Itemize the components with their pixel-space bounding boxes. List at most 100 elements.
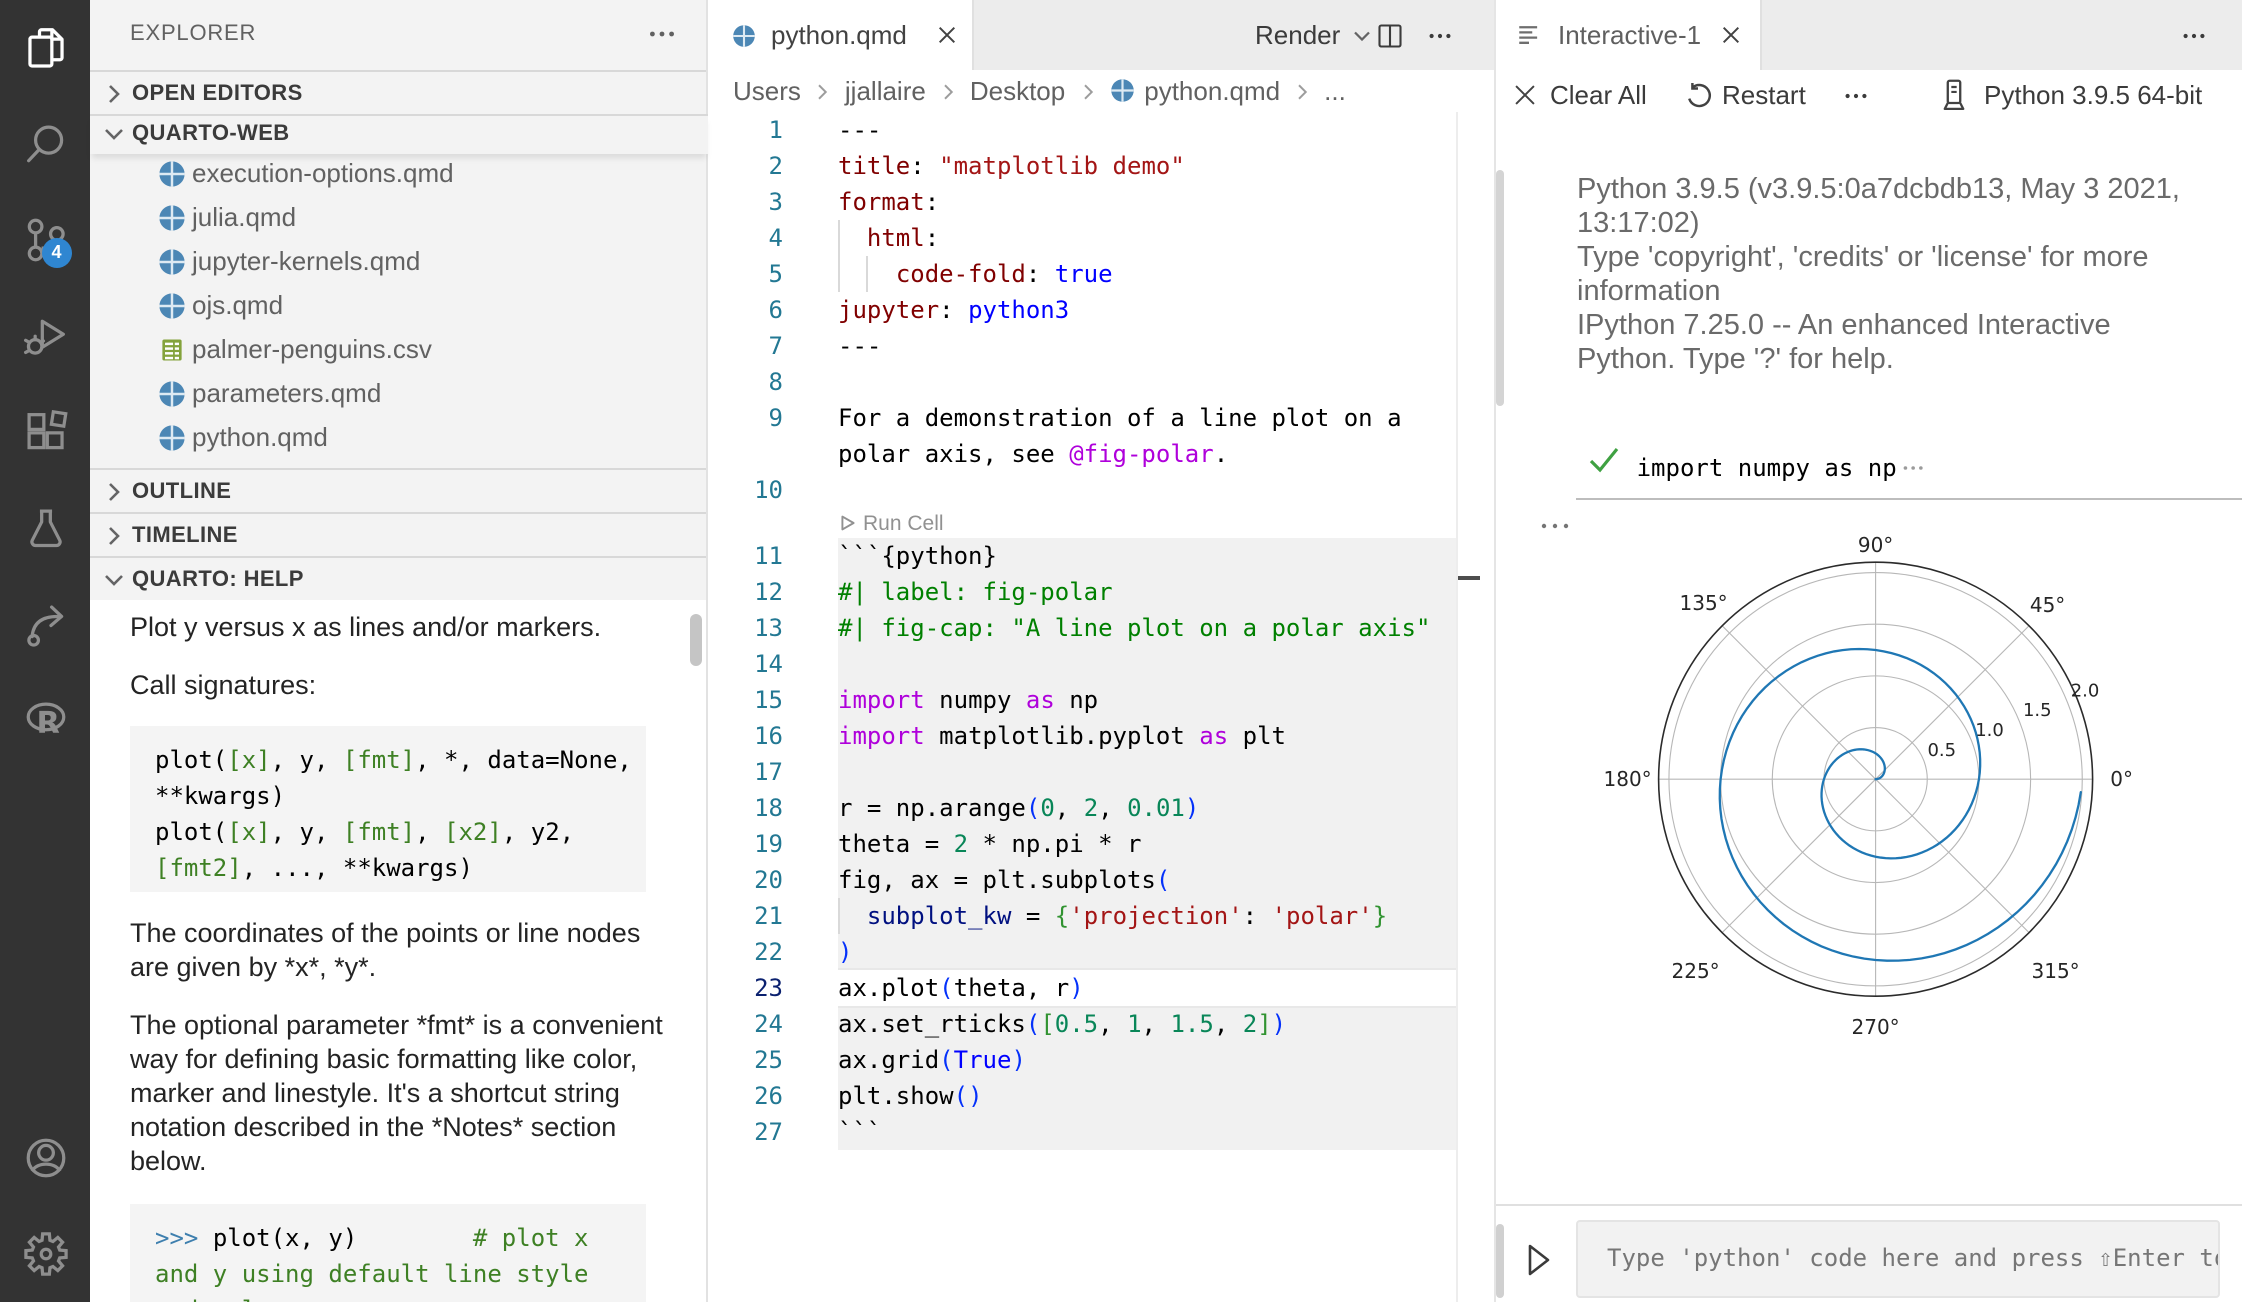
help-scrollbar-thumb[interactable] [689,614,701,666]
theta-tick-label: 45° [2030,593,2065,617]
section-timeline[interactable]: TIMELINE [90,511,707,557]
code-line: plt.show() [838,1082,983,1110]
close-icon[interactable] [933,22,959,48]
file-item-palmer-penguins.csv[interactable]: palmer-penguins.csv [90,327,707,371]
activity-explorer[interactable] [0,0,90,96]
help-paragraph: Call signatures: [130,669,317,699]
line-number: 1 [768,116,783,144]
breadcrumb[interactable]: Users jjallaire Desktop python.qmd ... [733,70,1346,112]
interpreter-status[interactable]: Python 3.9.5 64-bit [1938,70,2202,120]
chevron-down-icon [105,129,123,141]
interactive-toolbar: Clear All Restart Python 3.9.5 64-bit [1494,70,2242,120]
r-tick-label: 2.0 [2071,680,2100,701]
file-item-execution-options.qmd[interactable]: execution-options.qmd [90,151,707,195]
line-number: 15 [754,686,783,714]
code-line: ``` [838,1118,882,1146]
breadcrumb-item[interactable]: jjallaire [845,76,926,106]
render-button[interactable]: Render [1255,10,1376,60]
activity-extensions[interactable] [0,384,90,480]
sidebar-explorer: EXPLORER OPEN EDITORS QUARTO-WEB executi… [90,0,707,1302]
clear-all-button[interactable]: Clear All [1512,70,1647,120]
code-line: fig, ax = plt.subplots( [838,866,1171,894]
qmd-file-icon [159,424,185,450]
panel-more-icon[interactable] [2180,22,2208,50]
toolbar-more-icon[interactable] [1842,82,1870,110]
file-label: python.qmd [192,421,328,451]
tab-python-qmd[interactable]: python.qmd [707,0,973,70]
run-cell-codelens[interactable]: Run Cell [839,508,944,538]
cell-decoration-bar [1496,169,1504,405]
breadcrumb-item[interactable]: python.qmd [1144,76,1280,106]
sidebar-editor-divider[interactable] [706,0,708,1302]
line-number: 20 [754,866,783,894]
file-item-ojs.qmd[interactable]: ojs.qmd [90,283,707,327]
r-tick-label: 1.5 [2023,700,2052,721]
help-paragraph-line: way for defining basic formatting like c… [130,1044,638,1074]
tab-interactive-1[interactable]: Interactive-1 [1494,0,1762,70]
section-quarto-help[interactable]: QUARTO: HELP [90,555,707,601]
polar-chart: 0° 45° 90° 135° 180° 225° 270° 315° 0.5 1.0 1.5 2.0 [1604,533,2133,1039]
chevron-right-icon [109,482,120,500]
chevron-right-icon [1083,83,1093,99]
activity-run-debug[interactable] [0,288,90,384]
close-icon[interactable] [1718,22,1744,48]
editor-panel-divider[interactable] [1493,0,1495,1302]
editor-more-icon[interactable] [1426,21,1454,49]
chevron-right-icon [109,85,120,103]
activity-account[interactable] [0,1110,90,1206]
activity-testing[interactable] [0,480,90,576]
line-number: 18 [754,794,783,822]
breadcrumb-item[interactable]: Users [733,76,801,106]
help-paragraph-line: are given by *x*, *y*. [130,952,377,982]
run-input-icon[interactable] [1526,1242,1552,1278]
run-icon [840,515,854,531]
cell-collapse-dots-icon[interactable] [1900,456,1928,480]
file-item-python.qmd[interactable]: python.qmd [90,415,707,459]
line-number: 17 [754,758,783,786]
banner-line: Python 3.9.5 (v3.9.5:0a7dcbdb13, May 3 2… [1577,173,2180,205]
breadcrumb-item[interactable]: ... [1324,76,1346,106]
account-icon [25,1138,65,1178]
chevron-right-icon [944,83,953,99]
help-paragraph-line: notation described in the *Notes* sectio… [130,1112,617,1142]
file-item-julia.qmd[interactable]: julia.qmd [90,195,707,239]
file-item-jupyter-kernels.qmd[interactable]: jupyter-kernels.qmd [90,239,707,283]
section-outline[interactable]: OUTLINE [90,467,707,513]
qmd-file-icon [732,24,754,46]
code-line: --- [838,332,882,360]
theta-tick-label: 90° [1858,533,1893,557]
chevron-down-icon [105,574,123,585]
line-number: 4 [768,224,783,252]
file-item-parameters.qmd[interactable]: parameters.qmd [90,371,707,415]
activity-source-control[interactable]: 4 [0,192,90,288]
interactive-input-box[interactable]: Type 'python' code here and press ⇧Enter… [1575,1220,2219,1298]
section-open-editors[interactable]: OPEN EDITORS [90,70,707,116]
code-line: ax.grid(True) [838,1046,1026,1074]
line-number: 3 [768,188,783,216]
explorer-more-icon[interactable] [646,18,678,50]
files-icon [27,28,63,68]
activity-search[interactable] [0,96,90,192]
restart-icon [1688,82,1711,107]
qmd-file-icon [159,248,185,274]
qmd-file-icon [159,160,185,186]
help-paragraph-line: The coordinates of the points or line no… [130,918,641,948]
activity-live-share[interactable] [0,576,90,672]
share-icon [26,605,63,647]
line-number: 25 [754,1046,783,1074]
activity-r-tools[interactable]: R [0,672,90,768]
split-editor-icon[interactable] [1376,21,1404,49]
interactive-window-icon [1519,26,1538,44]
qmd-file-icon [159,380,185,406]
executed-cell-code[interactable]: import numpy as np [1637,450,1897,486]
input-separator [1494,1204,2242,1206]
code-line: For a demonstration of a line plot on a [838,404,1402,432]
section-folder[interactable]: QUARTO-WEB [90,114,707,153]
file-label: ojs.qmd [192,289,284,319]
activity-settings[interactable] [0,1206,90,1302]
help-code-line: **kwargs) [155,782,286,810]
editor-tab-bar: python.qmd Render [707,0,1494,70]
input-placeholder: Type 'python' code here and press ⇧Enter… [1607,1244,2219,1272]
breadcrumb-item[interactable]: Desktop [970,76,1065,106]
restart-button[interactable]: Restart [1684,70,1806,120]
